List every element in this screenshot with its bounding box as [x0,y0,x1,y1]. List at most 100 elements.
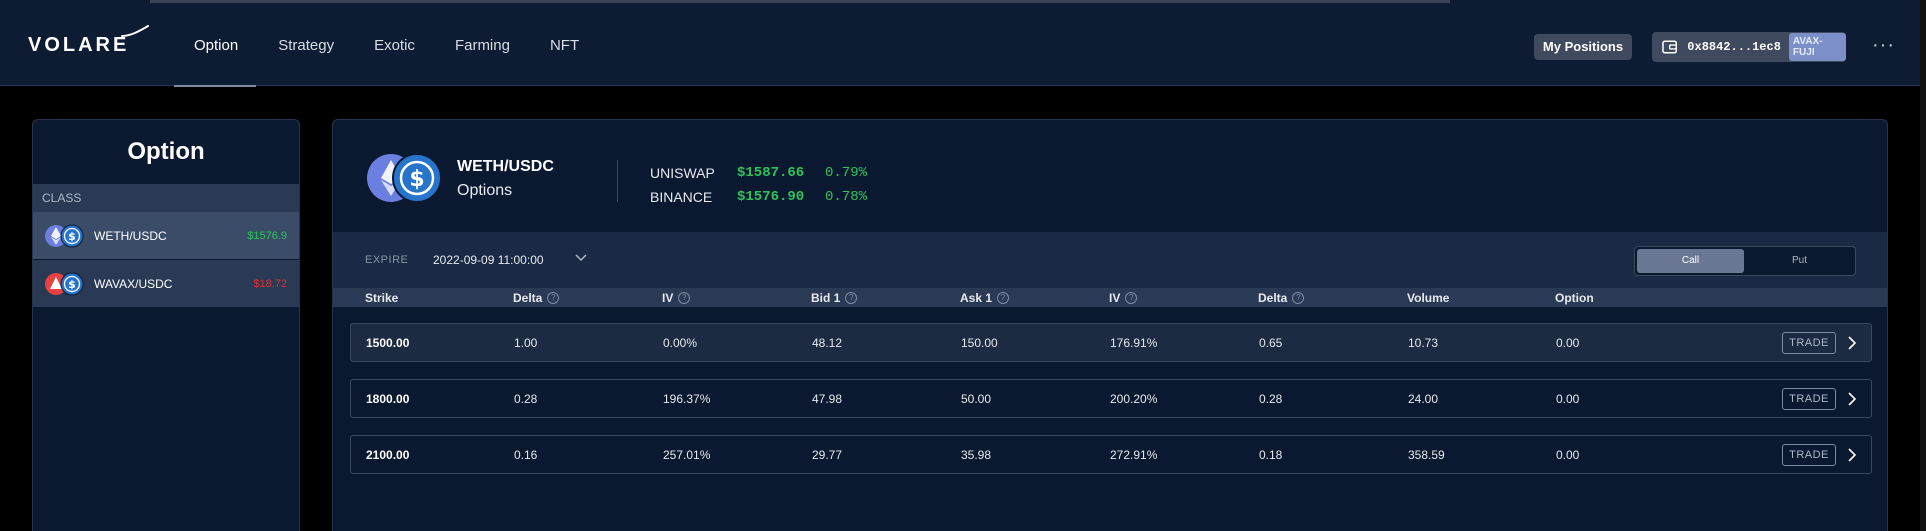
pair-subtitle: Options [457,182,513,199]
bid-cell: 48.12 [812,336,843,350]
more-menu-icon[interactable]: ··· [1872,34,1895,57]
iv2-cell: 272.91% [1110,448,1158,462]
bid-cell: 47.98 [812,392,843,406]
my-positions-button[interactable]: My Positions [1534,34,1632,60]
delta-cell: 1.00 [514,336,538,350]
trade-button[interactable]: TRADE [1782,332,1836,354]
iv-cell: 0.00% [663,336,698,350]
option-cell: 0.00 [1556,448,1580,462]
sidebar-item-weth-usdc[interactable]: $ WETH/USDC $1576.9 [33,212,299,260]
volume-cell: 24.00 [1408,392,1439,406]
class-header: CLASS [33,184,299,212]
logo-swoosh-icon [121,25,149,37]
pair-name: WETH/USDC [94,228,167,243]
option-chain-panel: $ WETH/USDC Options UNISWAP $1587.66 0.7… [332,119,1888,531]
chevron-down-icon[interactable] [573,250,589,266]
wallet-address: 0x8842...1ec8 [1687,40,1781,54]
network-badge: AVAX-FUJI [1788,33,1846,61]
wallet-icon [1662,40,1678,54]
strike-cell: 1800.00 [366,392,410,406]
help-icon[interactable]: ? [1292,292,1305,304]
main-nav: Option Strategy Exotic Farming NFT [174,6,599,87]
delta-cell: 0.28 [514,392,538,406]
col-iv-2: IV? [1109,291,1138,305]
delta2-cell: 0.65 [1259,336,1283,350]
pair-price: $1576.9 [247,229,287,242]
call-toggle-button[interactable]: Call [1637,249,1744,273]
nav-option[interactable]: Option [174,6,258,87]
pair-title: WETH/USDC [457,158,554,175]
col-delta-2: Delta? [1258,291,1305,305]
volume-cell: 358.59 [1408,448,1445,462]
venue-price: $1576.90 [737,189,805,205]
help-icon[interactable]: ? [997,292,1010,304]
col-volume: Volume [1407,291,1450,305]
help-icon[interactable]: ? [547,292,560,304]
col-bid: Bid 1? [811,291,858,305]
option-cell: 0.00 [1556,392,1580,406]
call-put-toggle: Call Put [1634,246,1856,276]
nav-nft[interactable]: NFT [530,6,599,86]
table-row[interactable]: 1800.00 0.28 196.37% 47.98 50.00 200.20%… [350,379,1872,418]
volare-logo[interactable]: VOLARE [28,34,129,57]
chevron-right-icon[interactable] [1845,335,1859,351]
expire-select[interactable]: 2022-09-09 11:00:00 [433,253,544,267]
venue-name: BINANCE [650,189,713,205]
ask-cell: 150.00 [961,336,998,350]
help-icon[interactable]: ? [845,292,858,304]
svg-text:$: $ [68,230,76,243]
header-divider [617,160,618,202]
pair-price: $18.72 [253,277,287,290]
nav-strategy[interactable]: Strategy [258,6,354,86]
sidebar-title: Option [127,138,205,165]
venue-row-binance: BINANCE $1576.90 0.78% [650,185,867,209]
ask-cell: 50.00 [961,392,992,406]
weth-usdc-pair-icon: $ [45,224,84,247]
col-delta: Delta? [513,291,560,305]
venue-prices: UNISWAP $1587.66 0.79% BINANCE $1576.90 … [650,161,867,209]
option-cell: 0.00 [1556,336,1580,350]
nav-exotic[interactable]: Exotic [354,6,435,86]
page-scrollbar[interactable] [1920,0,1926,531]
expire-label: EXPIRE [365,254,409,266]
weth-usdc-large-icon: $ [367,153,442,203]
expire-bar: EXPIRE 2022-09-09 11:00:00 Call Put [333,232,1887,288]
bid-cell: 29.77 [812,448,843,462]
col-option: Option [1555,291,1594,305]
svg-text:$: $ [68,278,76,291]
venue-name: UNISWAP [650,165,715,181]
col-strike: Strike [365,291,399,305]
strike-cell: 1500.00 [366,336,410,350]
delta-cell: 0.16 [514,448,538,462]
put-toggle-button[interactable]: Put [1746,249,1853,273]
delta2-cell: 0.28 [1259,392,1283,406]
help-icon[interactable]: ? [678,292,691,304]
option-sidebar: Option CLASS $ WETH/USDC $1576.9 $ WAVAX… [32,119,300,531]
table-row[interactable]: 1500.00 1.00 0.00% 48.12 150.00 176.91% … [350,323,1872,362]
table-row[interactable]: 2100.00 0.16 257.01% 29.77 35.98 272.91%… [350,435,1872,474]
chevron-right-icon[interactable] [1845,447,1859,463]
venue-price: $1587.66 [737,165,805,181]
venue-row-uniswap: UNISWAP $1587.66 0.79% [650,161,867,185]
iv2-cell: 200.20% [1110,392,1158,406]
volume-cell: 10.73 [1408,336,1439,350]
svg-text:$: $ [409,167,424,192]
delta2-cell: 0.18 [1259,448,1283,462]
sidebar-item-wavax-usdc[interactable]: $ WAVAX/USDC $18.72 [33,260,299,308]
wavax-usdc-pair-icon: $ [45,272,84,295]
venue-change: 0.78% [825,189,868,205]
help-icon[interactable]: ? [1125,292,1138,304]
nav-farming[interactable]: Farming [435,6,530,86]
wallet-button[interactable]: 0x8842...1ec8 AVAX-FUJI [1652,32,1846,62]
top-progress-bar [150,0,1450,3]
trade-button[interactable]: TRADE [1782,388,1836,410]
pair-name: WAVAX/USDC [94,276,173,291]
iv-cell: 257.01% [663,448,711,462]
app-header: VOLARE Option Strategy Exotic Farming NF… [0,6,1920,87]
iv-cell: 196.37% [663,392,711,406]
trade-button[interactable]: TRADE [1782,444,1836,466]
chevron-right-icon[interactable] [1845,391,1859,407]
iv2-cell: 176.91% [1110,336,1158,350]
ask-cell: 35.98 [961,448,992,462]
venue-change: 0.79% [825,165,868,181]
